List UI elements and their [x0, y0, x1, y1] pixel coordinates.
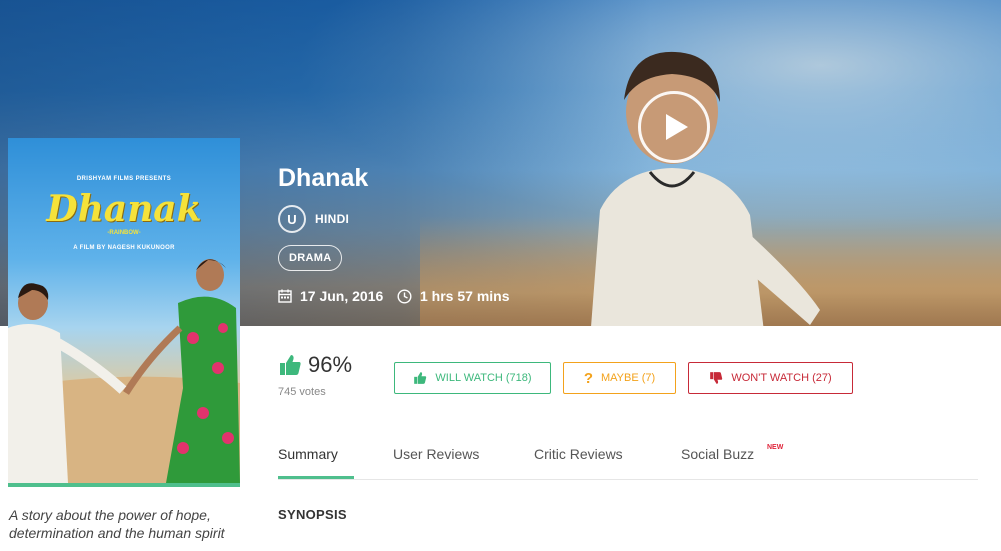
wont-watch-button[interactable]: WON'T WATCH (27) — [688, 362, 853, 394]
synopsis-heading: SYNOPSIS — [278, 507, 347, 522]
release-date-text: 17 Jun, 2016 — [300, 288, 384, 304]
clock-icon — [397, 288, 412, 304]
thumbs-down-icon — [710, 372, 723, 384]
maybe-label: MAYBE (7) — [600, 372, 656, 384]
active-tab-indicator — [278, 476, 354, 479]
calendar-icon — [278, 289, 292, 303]
tab-bar: Summary User Reviews Critic Reviews Soci… — [278, 440, 978, 480]
tab-social-buzz[interactable]: Social Buzz — [681, 446, 754, 462]
maybe-button[interactable]: ? MAYBE (7) — [563, 362, 676, 394]
play-trailer-button[interactable] — [638, 91, 710, 163]
will-watch-label: WILL WATCH (718) — [435, 372, 532, 384]
poster-director: A FILM BY NAGESH KUKUNOOR — [73, 245, 175, 251]
vote-count: 745 votes — [278, 386, 326, 398]
movie-tagline: A story about the power of hope, determi… — [9, 507, 225, 541]
tab-summary[interactable]: Summary — [278, 446, 338, 462]
rating-summary: 96% — [278, 352, 352, 378]
wont-watch-label: WON'T WATCH (27) — [731, 372, 832, 384]
thumbs-up-icon — [414, 372, 427, 384]
poster-accent-strip — [8, 483, 240, 487]
new-badge: NEW — [767, 444, 784, 451]
duration-text: 1 hrs 57 mins — [420, 288, 510, 304]
genre-tag[interactable]: DRAMA — [278, 245, 343, 271]
tab-user-reviews[interactable]: User Reviews — [393, 446, 479, 462]
rating-percent: 96% — [308, 352, 353, 377]
certificate-badge: U — [278, 205, 306, 233]
question-icon: ? — [583, 369, 593, 387]
movie-title: Dhanak — [278, 164, 369, 192]
language-label: HINDI — [315, 212, 350, 226]
tab-critic-reviews[interactable]: Critic Reviews — [534, 446, 623, 462]
play-icon — [666, 114, 688, 140]
thumbs-up-icon — [280, 355, 301, 375]
will-watch-button[interactable]: WILL WATCH (718) — [394, 362, 551, 394]
poster-logo: Dhanak — [46, 188, 202, 230]
duration: 1 hrs 57 mins — [397, 288, 510, 304]
poster-presents: DRISHYAM FILMS PRESENTS — [76, 176, 172, 182]
movie-poster: DRISHYAM FILMS PRESENTS Dhanak -RAINBOW-… — [8, 138, 240, 483]
poster-subtitle: -RAINBOW- — [107, 230, 141, 236]
hero-boy-illustration — [591, 51, 820, 326]
release-date: 17 Jun, 2016 — [278, 288, 383, 304]
